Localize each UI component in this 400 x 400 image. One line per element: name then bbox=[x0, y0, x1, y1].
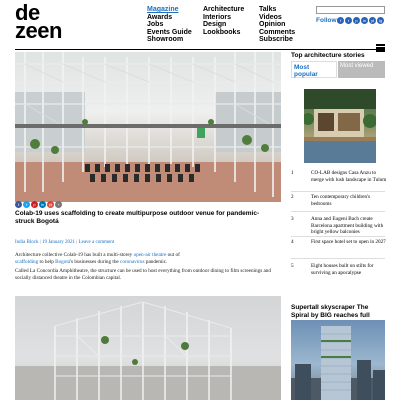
coronavirus-link[interactable]: coronavirus bbox=[120, 259, 145, 265]
nav-item-opinion[interactable]: Opinion bbox=[259, 21, 295, 29]
linkedin-icon[interactable]: in bbox=[361, 17, 368, 24]
nav-column-1: Magazine Awards Jobs Events Guide Showro… bbox=[147, 6, 192, 44]
twitter-icon[interactable]: t bbox=[345, 17, 352, 24]
article-paragraph-1: Architecture collective Colab-19 has bui… bbox=[15, 252, 180, 265]
pinterest-icon[interactable]: p bbox=[353, 17, 360, 24]
article-date: 19 January 2021 bbox=[41, 240, 76, 245]
instagram-icon[interactable]: ig bbox=[377, 17, 384, 24]
nav-item-videos[interactable]: Videos bbox=[259, 14, 295, 22]
hero-image-scaffolding-venue bbox=[15, 52, 281, 202]
nav-item-interiors[interactable]: Interiors bbox=[203, 14, 244, 22]
share-linkedin-icon[interactable]: in bbox=[39, 201, 46, 208]
header-divider bbox=[15, 49, 385, 50]
share-facebook-icon[interactable]: f bbox=[15, 201, 22, 208]
list-divider bbox=[291, 191, 385, 192]
author-link[interactable]: India Block bbox=[15, 240, 38, 245]
youtube-icon[interactable]: yt bbox=[369, 17, 376, 24]
nav-item-events-guide[interactable]: Events Guide bbox=[147, 29, 192, 37]
sidebar-title: Top architecture stories bbox=[291, 52, 365, 59]
follow-label: Follow: bbox=[316, 17, 339, 24]
tab-most-popular[interactable]: Most popular bbox=[291, 61, 337, 78]
open-air-theatre-link[interactable]: open-air theatre bbox=[134, 252, 167, 258]
article-paragraph-2: Called La Concordia Amphitheatre, the st… bbox=[15, 268, 271, 281]
list-divider bbox=[291, 236, 385, 237]
logo-line2: zeen bbox=[15, 18, 62, 43]
sidebar-feature-image bbox=[304, 89, 376, 163]
nav-item-lookbooks[interactable]: Lookbooks bbox=[203, 29, 244, 37]
nav-column-2: Architecture Interiors Design Lookbooks bbox=[203, 6, 244, 36]
nav-column-3: Talks Videos Opinion Comments Subscribe bbox=[259, 6, 295, 44]
share-pinterest-icon[interactable]: p bbox=[31, 201, 38, 208]
nav-item-architecture[interactable]: Architecture bbox=[203, 6, 244, 14]
scaffolding-link[interactable]: scaffolding bbox=[15, 259, 38, 265]
facebook-icon[interactable]: f bbox=[337, 17, 344, 24]
article-byline: India Block | 19 January 2021 | Leave a … bbox=[15, 240, 115, 245]
share-twitter-icon[interactable]: t bbox=[23, 201, 30, 208]
bogota-link[interactable]: Bogotá bbox=[55, 259, 70, 265]
nav-item-subscribe[interactable]: Subscribe bbox=[259, 36, 295, 44]
dezeen-logo[interactable]: de zeen bbox=[15, 2, 62, 43]
nav-item-magazine[interactable]: Magazine bbox=[147, 6, 192, 14]
hamburger-menu-icon[interactable] bbox=[376, 44, 385, 52]
article-headline: Colab-19 uses scaffolding to create mult… bbox=[15, 210, 260, 225]
article-image-scaffolding-exterior bbox=[15, 296, 281, 400]
nav-item-design[interactable]: Design bbox=[203, 21, 244, 29]
nav-item-talks[interactable]: Talks bbox=[259, 6, 295, 14]
nav-item-jobs[interactable]: Jobs bbox=[147, 21, 192, 29]
skyscraper-image bbox=[291, 320, 385, 400]
tab-most-viewed[interactable]: Most viewed bbox=[338, 61, 385, 78]
share-more-icon[interactable]: + bbox=[55, 201, 62, 208]
nav-item-showroom[interactable]: Showroom bbox=[147, 36, 192, 44]
nav-item-awards[interactable]: Awards bbox=[147, 14, 192, 22]
share-email-icon[interactable]: @ bbox=[47, 201, 54, 208]
list-divider bbox=[291, 211, 385, 212]
list-divider bbox=[291, 258, 385, 259]
leave-comment-link[interactable]: Leave a comment bbox=[79, 240, 115, 245]
search-input[interactable] bbox=[316, 6, 385, 14]
nav-item-comments[interactable]: Comments bbox=[259, 29, 295, 37]
